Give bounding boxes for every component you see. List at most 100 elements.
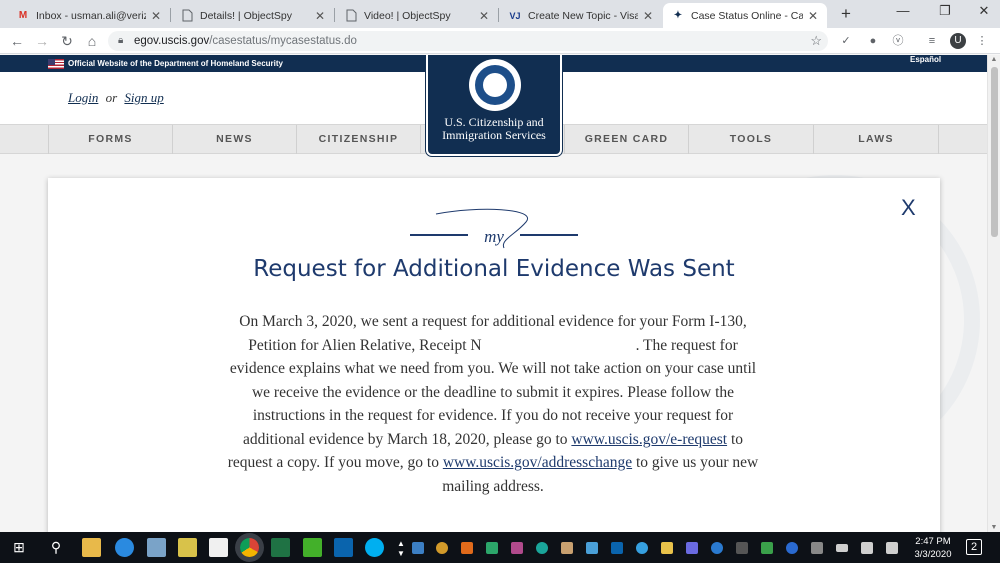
tray-app-icon[interactable] — [511, 542, 523, 554]
chevron-down-icon[interactable]: ▼ — [391, 544, 411, 563]
tray-app-icon[interactable] — [761, 542, 773, 554]
tray-app-icon[interactable] — [636, 542, 648, 554]
close-window-button[interactable]: ✕ — [969, 3, 999, 19]
search-icon[interactable]: ⚲ — [46, 537, 66, 557]
status-line: On March 3, 2020, we sent a request for … — [239, 313, 747, 330]
nav-green-card[interactable]: GREEN CARD — [564, 125, 689, 154]
bluetooth-icon[interactable] — [786, 542, 798, 554]
volume-icon[interactable] — [886, 542, 898, 554]
circle-extension-icon[interactable]: ● — [865, 33, 881, 49]
tray-app-icon[interactable] — [686, 542, 698, 554]
nav-forms[interactable]: FORMS — [48, 125, 173, 154]
page-scrollbar[interactable]: ▲ ▼ — [987, 55, 1000, 532]
tray-app-icon[interactable] — [661, 542, 673, 554]
home-button[interactable]: ⌂ — [83, 32, 101, 50]
close-icon[interactable]: ✕ — [642, 9, 654, 23]
status-line: instructions in the request for evidence… — [252, 407, 734, 424]
blank-page-icon — [180, 9, 194, 23]
tray-app-icon[interactable] — [711, 542, 723, 554]
internet-explorer-icon[interactable] — [115, 538, 134, 557]
login-link[interactable]: Login — [68, 90, 98, 105]
tray-app-icon[interactable] — [461, 542, 473, 554]
excel-icon[interactable] — [271, 538, 290, 557]
status-line: Petition for Alien Relative, Receipt N. … — [248, 336, 738, 354]
tab-details-objectspy[interactable]: Details! | ObjectSpy ✕ — [172, 3, 334, 28]
tray-app-icon[interactable] — [811, 542, 823, 554]
nav-tools[interactable]: TOOLS — [689, 125, 814, 154]
agency-name-line2: Immigration Services — [442, 128, 546, 142]
windows-start-icon[interactable]: ⊞ — [9, 537, 29, 557]
us-flag-icon — [48, 59, 64, 69]
paint-icon[interactable] — [147, 538, 166, 557]
tray-app-icon[interactable] — [486, 542, 498, 554]
bookmark-star-icon[interactable]: ☆ — [810, 31, 822, 51]
tab-separator — [170, 8, 171, 22]
tray-app-icon[interactable] — [736, 542, 748, 554]
tab-video-objectspy[interactable]: Video! | ObjectSpy ✕ — [336, 3, 498, 28]
close-icon[interactable]: ✕ — [314, 9, 326, 23]
tray-app-icon[interactable] — [436, 542, 448, 554]
battery-icon[interactable] — [836, 544, 848, 552]
nav-citizenship[interactable]: CITIZENSHIP — [297, 125, 421, 154]
e-request-link[interactable]: www.uscis.gov/e-request — [571, 431, 727, 448]
reload-button[interactable]: ↻ — [58, 32, 76, 50]
outlook-icon[interactable] — [334, 538, 353, 557]
url-bar[interactable]: 🔒︎ egov.uscis.gov/casestatus/mycasestatu… — [108, 31, 828, 51]
maximize-button[interactable]: ❐ — [930, 3, 960, 19]
notification-center-button[interactable]: 2 — [966, 539, 982, 555]
outlook-tray-icon[interactable] — [611, 542, 623, 554]
file-explorer-icon[interactable] — [82, 538, 101, 557]
close-icon[interactable]: ✕ — [150, 9, 162, 23]
system-clock[interactable]: 2:47 PM 3/3/2020 — [906, 535, 960, 561]
new-tab-button[interactable]: + — [836, 4, 856, 24]
menu-dots-icon[interactable]: ⋮ — [974, 33, 990, 49]
status-line: evidence explains what we need from you.… — [229, 360, 757, 377]
lock-icon: 🔒︎ — [118, 35, 124, 46]
forward-button[interactable]: → — [33, 32, 51, 50]
chrome-icon[interactable] — [240, 538, 259, 557]
nav-news[interactable]: NEWS — [173, 125, 297, 154]
espanol-link[interactable]: Español — [910, 55, 941, 68]
tray-app-icon[interactable] — [412, 542, 424, 554]
tray-app-icon[interactable] — [536, 542, 548, 554]
case-status-description: On March 3, 2020, we sent a request for … — [226, 310, 760, 498]
nav-laws[interactable]: LAWS — [814, 125, 939, 154]
status-line: mailing address. — [442, 477, 544, 495]
status-line: additional evidence by March 18, 2020, p… — [242, 430, 744, 448]
reading-list-icon[interactable]: ≡ — [924, 33, 940, 49]
signup-link[interactable]: Sign up — [124, 90, 163, 105]
avatar[interactable]: U — [950, 33, 966, 49]
mail-icon[interactable] — [561, 542, 573, 554]
blank-page-icon — [344, 9, 358, 23]
minimize-button[interactable]: — — [888, 3, 918, 18]
tab-visajourney[interactable]: VJ Create New Topic - VisaJou ✕ — [500, 3, 662, 28]
uscis-logo[interactable]: U.S. Citizenship and Immigration Service… — [426, 55, 562, 156]
tab-title: Create New Topic - VisaJou — [528, 9, 638, 22]
case-status-panel: X my Request for Additional Evidence Was… — [48, 178, 940, 532]
close-panel-button[interactable]: X — [901, 195, 916, 221]
clock-date: 3/3/2020 — [914, 549, 952, 560]
tab-gmail-inbox[interactable]: M Inbox - usman.ali@verizon. ✕ — [8, 3, 170, 28]
selenium-icon[interactable] — [303, 538, 322, 557]
notepad-icon[interactable] — [209, 538, 228, 557]
my-flourish-icon: my — [410, 208, 578, 249]
back-button[interactable]: ← — [8, 32, 26, 50]
tab-case-status-online[interactable]: ✦ Case Status Online - Case S ✕ — [663, 3, 827, 28]
flourish-text: my — [484, 227, 504, 246]
agency-name: U.S. Citizenship and Immigration Service… — [428, 116, 560, 142]
tray-app-icon[interactable] — [586, 542, 598, 554]
close-icon[interactable]: ✕ — [478, 9, 490, 23]
sticky-notes-icon[interactable] — [178, 538, 197, 557]
v-extension-icon[interactable]: ⓥ — [890, 33, 906, 49]
address-change-link[interactable]: www.uscis.gov/addresschange — [443, 454, 632, 471]
scroll-down-icon[interactable]: ▼ — [988, 524, 1000, 531]
tab-separator — [334, 8, 335, 22]
reload-icon: ↻ — [61, 33, 73, 49]
skype-icon[interactable] — [365, 538, 384, 557]
network-icon[interactable] — [861, 542, 873, 554]
checkmark-extension-icon[interactable]: ✓ — [838, 33, 854, 49]
url-host: egov.uscis.gov — [134, 35, 210, 47]
scroll-up-icon[interactable]: ▲ — [988, 56, 1000, 63]
close-icon[interactable]: ✕ — [807, 9, 819, 23]
scrollbar-thumb[interactable] — [991, 67, 998, 237]
